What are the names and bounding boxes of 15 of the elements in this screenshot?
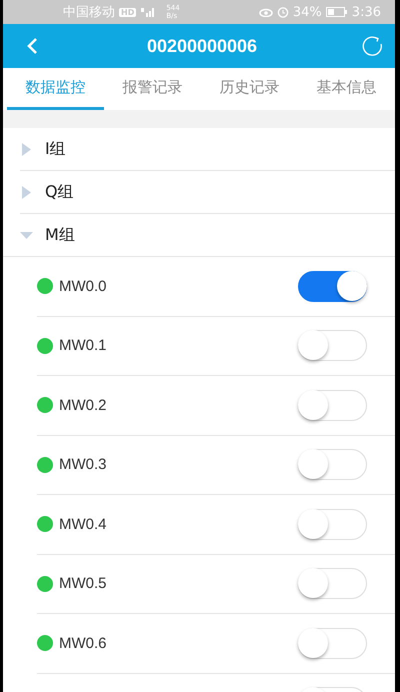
toggle-switch[interactable] — [298, 270, 367, 302]
item-label: MW0.4 — [59, 516, 108, 533]
signal-icon — [140, 7, 156, 17]
item-label: MW0.6 — [59, 634, 108, 652]
item-label: MW0.5 — [59, 575, 108, 592]
item-label: MW0.2 — [59, 396, 108, 414]
item-label: MW0.3 — [59, 456, 108, 474]
item-label: MW0.0 — [59, 278, 108, 295]
refresh-icon — [360, 34, 384, 58]
device-title: 00200000006 — [146, 36, 258, 56]
back-icon — [26, 37, 38, 55]
eye-icon — [258, 7, 273, 17]
item-label: MW0.1 — [59, 337, 108, 354]
alarm-icon — [276, 6, 289, 18]
battery-icon — [326, 7, 348, 17]
